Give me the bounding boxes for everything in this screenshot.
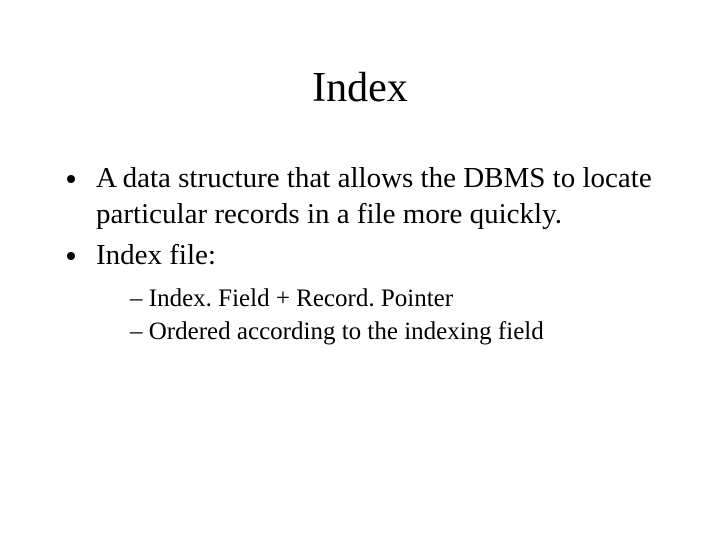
slide-title: Index xyxy=(40,64,680,112)
list-item: Index. Field + Record. Pointer xyxy=(130,283,680,314)
list-item: Ordered according to the indexing field xyxy=(130,316,680,347)
list-item: Index file: Index. Field + Record. Point… xyxy=(90,237,680,348)
list-item: A data structure that allows the DBMS to… xyxy=(90,160,680,233)
list-item-label: Index file: xyxy=(96,239,216,271)
sub-bullet-list: Index. Field + Record. Pointer Ordered a… xyxy=(96,283,680,348)
bullet-list: A data structure that allows the DBMS to… xyxy=(40,160,680,347)
slide: Index A data structure that allows the D… xyxy=(0,0,720,540)
